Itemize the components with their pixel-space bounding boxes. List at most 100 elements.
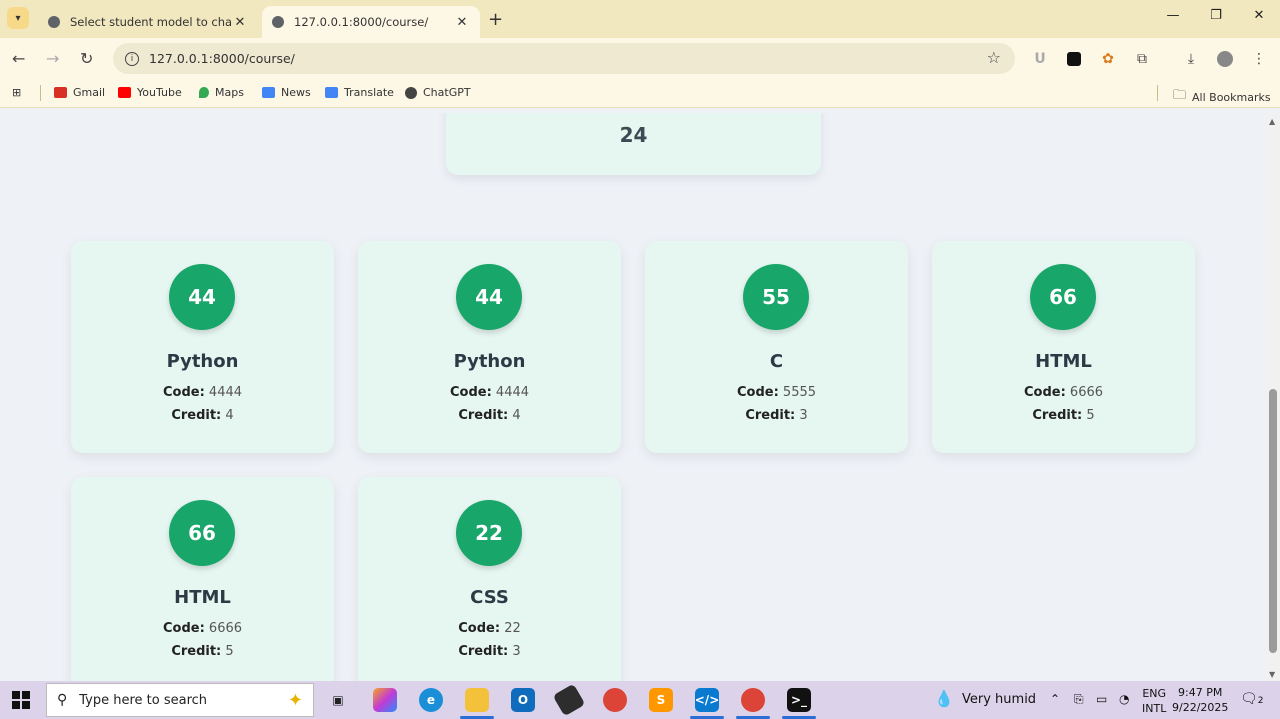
course-credit: Credit: 5 (1032, 408, 1095, 423)
bookmark-star-icon[interactable]: ☆ (987, 48, 1001, 67)
taskbar-search-box[interactable]: ⚲ Type here to search ✦ (46, 683, 314, 717)
tab-search-chevron-icon[interactable]: ▾ (7, 7, 29, 29)
bookmark-label: Translate (344, 86, 394, 99)
restore-icon[interactable]: ❐ (1206, 8, 1226, 23)
extensions-puzzle-icon[interactable]: ⧉ (1133, 50, 1151, 68)
scroll-up-icon[interactable]: ▲ (1269, 117, 1275, 126)
course-number-badge: 55 (743, 264, 809, 330)
notification-icon[interactable]: 🗨2 (1240, 691, 1264, 707)
search-icon: ⚲ (57, 692, 68, 708)
page-viewport: 24 44 Python Code: 4444 Credit: 4 44 Pyt… (0, 113, 1266, 681)
url-text[interactable]: 127.0.0.1:8000/course/ (149, 51, 295, 66)
course-number-badge: 44 (169, 264, 235, 330)
divider (1157, 85, 1158, 101)
translate-icon (325, 87, 338, 98)
course-code: Code: 6666 (1023, 385, 1104, 400)
bookmark-label: Gmail (73, 86, 106, 99)
browser-toolbar: ← → ↻ i 127.0.0.1:8000/course/ ☆ U ✿ ⧉ ⤓… (0, 38, 1280, 80)
close-tab-icon[interactable]: ✕ (232, 15, 248, 30)
outlook-icon[interactable]: O (511, 688, 535, 712)
apps-grid-icon[interactable]: ⊞ (12, 86, 21, 99)
tray-chevron-icon[interactable]: ⌃ (1050, 692, 1060, 706)
scrollbar-thumb[interactable] (1269, 389, 1277, 653)
course-credit: Credit: 3 (745, 408, 808, 423)
bookmark-news[interactable]: News (262, 86, 311, 99)
bookmark-label: YouTube (137, 86, 182, 99)
profile-avatar-icon[interactable] (1216, 50, 1234, 68)
sublime-text-icon[interactable]: S (649, 688, 673, 712)
bookmark-gmail[interactable]: Gmail (54, 86, 105, 99)
course-credit: Credit: 4 (171, 408, 234, 423)
clock-time: 9:47 PM (1178, 686, 1223, 699)
new-tab-icon[interactable]: + (488, 9, 503, 30)
back-arrow-icon[interactable]: ← (12, 49, 25, 68)
wifi-icon[interactable]: ◔ (1119, 692, 1129, 706)
input-language[interactable]: ENG INTL (1142, 686, 1166, 716)
course-number-badge: 22 (456, 500, 522, 566)
course-name: HTML (1035, 351, 1092, 372)
tab-strip: ▾ Select student model to change ✕ 127.0… (0, 0, 1280, 38)
course-credit: Credit: 5 (171, 644, 234, 659)
gmail-icon (54, 87, 67, 98)
terminal-icon[interactable]: >_ (787, 688, 811, 712)
bookmark-label: Maps (215, 86, 244, 99)
globe-icon (48, 16, 60, 28)
course-card: 55 C Code: 5555 Credit: 3 (645, 241, 908, 453)
extension-flower-icon[interactable]: ✿ (1099, 50, 1117, 68)
all-bookmarks[interactable]: 🗀 All Bookmarks (1173, 86, 1271, 108)
tab-title: Select student model to change (70, 15, 232, 29)
meet-icon[interactable]: ⎘ (1074, 692, 1084, 707)
globe-icon (272, 16, 284, 28)
weather-text[interactable]: Very humid (962, 692, 1036, 707)
tab-course[interactable]: 127.0.0.1:8000/course/ ✕ (262, 6, 480, 38)
bookmark-maps[interactable]: Maps (199, 86, 244, 99)
bookmark-chatgpt[interactable]: ChatGPT (405, 86, 471, 99)
bookmark-translate[interactable]: Translate (325, 86, 394, 99)
course-code: Code: 4444 (162, 385, 243, 400)
forward-arrow-icon[interactable]: → (46, 49, 59, 68)
battery-icon[interactable]: ▭ (1096, 692, 1107, 706)
file-explorer-icon[interactable] (465, 688, 489, 712)
chrome-icon[interactable] (603, 688, 627, 712)
course-code: Code: 4444 (449, 385, 530, 400)
course-name: CSS (470, 587, 509, 608)
scroll-down-icon[interactable]: ▼ (1269, 670, 1275, 679)
tab-student-admin[interactable]: Select student model to change ✕ (38, 6, 258, 38)
extension-u-icon[interactable]: U (1031, 50, 1049, 68)
usb-tool-icon[interactable] (552, 683, 586, 717)
copilot-sparkle-icon: ✦ (287, 690, 303, 711)
course-code: Code: 22 (458, 621, 521, 636)
lang-line2: INTL (1142, 702, 1167, 715)
bookmarks-bar: ⊞ Gmail YouTube Maps News Translate Chat… (0, 80, 1280, 108)
chatgpt-icon (405, 86, 417, 99)
tab-title: 127.0.0.1:8000/course/ (294, 15, 429, 29)
course-name: Python (453, 351, 526, 372)
weather-drop-icon[interactable]: 💧 (934, 689, 954, 708)
site-info-icon[interactable]: i (125, 51, 139, 66)
edge-icon[interactable]: e (419, 688, 443, 712)
course-number-badge: 44 (456, 264, 522, 330)
course-name: HTML (174, 587, 231, 608)
bookmark-label: ChatGPT (423, 86, 471, 99)
youtube-icon (118, 87, 131, 98)
taskbar-clock[interactable]: 9:47 PM 9/22/2025 (1172, 685, 1228, 715)
address-bar[interactable]: i 127.0.0.1:8000/course/ ☆ (113, 43, 1015, 74)
vscode-icon[interactable]: </> (695, 688, 719, 712)
kebab-menu-icon[interactable]: ⋮ (1250, 50, 1268, 68)
divider (40, 85, 41, 101)
course-credit: Credit: 4 (458, 408, 521, 423)
extension-dark-icon[interactable] (1065, 50, 1083, 68)
copilot-icon[interactable] (373, 688, 397, 712)
reload-icon[interactable]: ↻ (80, 49, 93, 68)
download-icon[interactable]: ⤓ (1182, 50, 1200, 68)
minimize-icon[interactable]: — (1163, 8, 1183, 23)
windows-start-icon[interactable] (12, 691, 30, 709)
task-view-icon[interactable]: ▣ (326, 688, 350, 712)
close-window-icon[interactable]: ✕ (1249, 8, 1269, 23)
chrome-profile-icon[interactable] (741, 688, 765, 712)
windows-taskbar: ⚲ Type here to search ✦ ▣ e O S </> >_ 💧… (0, 681, 1280, 719)
page-scrollbar[interactable]: ▲ ▼ (1266, 113, 1280, 681)
notification-count: 2 (1257, 696, 1264, 706)
bookmark-youtube[interactable]: YouTube (118, 86, 182, 99)
close-tab-icon[interactable]: ✕ (454, 15, 470, 30)
